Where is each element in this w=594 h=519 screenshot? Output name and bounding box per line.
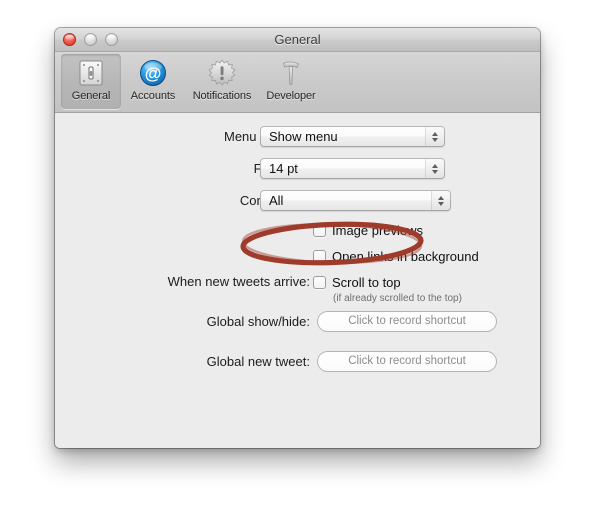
chevron-down-icon <box>432 169 438 174</box>
row-menu-bar-icon: Menu bar icon: Show menu <box>55 126 540 148</box>
label-new-tweets-arrive: When new tweets arrive: <box>167 274 310 289</box>
preferences-toolbar: General @ Accounts Notifications Develop… <box>55 52 540 113</box>
window-title: General <box>274 32 321 47</box>
preferences-window: General General @ Accounts Notifications… <box>55 28 540 448</box>
chevron-updown-icon <box>425 159 444 178</box>
image-previews-label: Image previews <box>332 222 424 238</box>
row-connect-tab: Connect tab All <box>55 190 540 212</box>
toolbar-label-notifications: Notifications <box>192 90 252 102</box>
chevron-up-icon <box>432 163 438 168</box>
toolbar-label-accounts: Accounts <box>130 90 176 102</box>
label-global-new-tweet: Global new tweet: <box>206 354 310 369</box>
open-links-background-checkbox[interactable] <box>313 249 326 263</box>
font-size-dropdown[interactable]: 14 pt <box>260 158 445 179</box>
menu-bar-icon-dropdown[interactable]: Show menu <box>260 126 445 147</box>
close-button[interactable] <box>63 33 76 46</box>
zoom-button[interactable] <box>105 33 118 46</box>
chevron-up-icon <box>438 195 444 200</box>
image-previews-checkbox-row[interactable]: Image previews <box>313 221 423 239</box>
toolbar-label-developer: Developer <box>266 90 316 102</box>
chevron-up-icon <box>432 131 438 136</box>
row-global-new-tweet: Global new tweet: Click to record shortc… <box>55 351 540 373</box>
font-size-value: 14 pt <box>269 161 298 176</box>
global-show-hide-recorder[interactable]: Click to record shortcut <box>317 311 497 332</box>
image-previews-checkbox[interactable] <box>313 223 326 237</box>
open-links-background-checkbox-row[interactable]: Open links in background <box>313 247 479 265</box>
connect-tab-value: All <box>269 193 284 208</box>
connect-tab-dropdown[interactable]: All <box>260 190 451 211</box>
chevron-updown-icon <box>425 127 444 146</box>
at-sign-icon: @ <box>123 56 183 90</box>
hammer-icon <box>259 56 323 90</box>
light-switch-icon <box>61 56 121 90</box>
global-new-tweet-recorder[interactable]: Click to record shortcut <box>317 351 497 372</box>
zoom-button-gloss <box>107 34 116 40</box>
minimize-button-gloss <box>86 34 95 40</box>
chevron-down-icon <box>438 201 444 206</box>
toolbar-item-accounts[interactable]: @ Accounts <box>123 54 183 109</box>
toolbar-label-general: General <box>71 90 111 102</box>
chevron-updown-icon <box>431 191 450 210</box>
scroll-to-top-note: (if already scrolled to the top) <box>333 293 462 304</box>
scroll-to-top-label: Scroll to top <box>332 274 401 290</box>
row-font-size: Font size: 14 pt <box>55 158 540 180</box>
minimize-button[interactable] <box>84 33 97 46</box>
toolbar-item-notifications[interactable]: Notifications <box>185 54 259 109</box>
svg-text:@: @ <box>145 64 162 83</box>
preferences-content: Menu bar icon: Show menu Font size: 14 p… <box>55 113 540 448</box>
row-global-show-hide: Global show/hide: Click to record shortc… <box>55 311 540 333</box>
row-new-tweets-arrive: When new tweets arrive: Scroll to top <box>55 271 540 293</box>
close-button-gloss <box>65 34 74 40</box>
global-new-tweet-placeholder: Click to record shortcut <box>348 355 466 367</box>
scroll-to-top-checkbox[interactable] <box>313 275 326 289</box>
toolbar-item-developer[interactable]: Developer <box>259 54 323 109</box>
menu-bar-icon-value: Show menu <box>269 129 338 144</box>
chevron-down-icon <box>432 137 438 142</box>
badge-exclamation-icon <box>185 56 259 90</box>
scroll-to-top-checkbox-row[interactable]: Scroll to top <box>313 273 401 291</box>
global-show-hide-placeholder: Click to record shortcut <box>348 315 466 327</box>
toolbar-item-general[interactable]: General <box>61 54 121 109</box>
open-links-background-label: Open links in background <box>332 248 479 264</box>
label-global-show-hide: Global show/hide: <box>206 314 310 329</box>
window-titlebar: General <box>55 28 540 52</box>
